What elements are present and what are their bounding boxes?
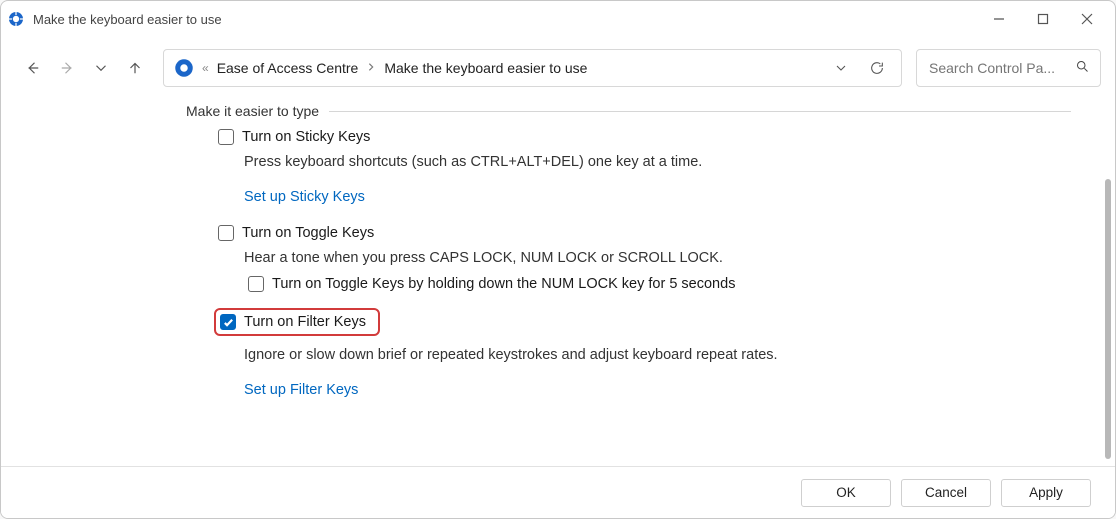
toggle-keys-numlock-checkbox[interactable]: [248, 276, 264, 292]
sticky-keys-checkbox-row[interactable]: Turn on Sticky Keys: [218, 127, 1051, 151]
title-bar: Make the keyboard easier to use: [1, 1, 1115, 37]
sticky-keys-label: Turn on Sticky Keys: [242, 129, 370, 145]
control-panel-icon: [174, 58, 194, 78]
filter-keys-label: Turn on Filter Keys: [244, 314, 366, 330]
search-input[interactable]: [927, 59, 1075, 77]
chevron-right-icon: [366, 61, 376, 75]
recent-locations-button[interactable]: [87, 54, 115, 82]
toggle-keys-block: Turn on Toggle Keys Hear a tone when you…: [218, 223, 1051, 299]
section-heading-row: Make it easier to type: [186, 103, 1091, 119]
filter-keys-block: Turn on Filter Keys Ignore or slow down …: [218, 308, 1051, 416]
filter-keys-checkbox[interactable]: [220, 314, 236, 330]
dialog-footer: OK Cancel Apply: [1, 466, 1115, 518]
up-button[interactable]: [121, 54, 149, 82]
minimize-button[interactable]: [977, 4, 1021, 34]
scrollbar-thumb[interactable]: [1105, 179, 1111, 459]
window-title: Make the keyboard easier to use: [33, 12, 977, 27]
maximize-button[interactable]: [1021, 4, 1065, 34]
toggle-keys-label: Turn on Toggle Keys: [242, 225, 374, 241]
sticky-keys-setup-link[interactable]: Set up Sticky Keys: [244, 185, 365, 223]
filter-keys-desc: Ignore or slow down brief or repeated ke…: [244, 344, 1051, 378]
breadcrumb-current[interactable]: Make the keyboard easier to use: [384, 60, 587, 76]
toggle-keys-numlock-row[interactable]: Turn on Toggle Keys by holding down the …: [248, 274, 1051, 298]
window-controls: [977, 4, 1109, 34]
search-icon[interactable]: [1075, 59, 1090, 77]
forward-button[interactable]: [53, 54, 81, 82]
refresh-button[interactable]: [863, 54, 891, 82]
address-history-button[interactable]: [827, 54, 855, 82]
window-root: Make the keyboard easier to use: [0, 0, 1116, 519]
toggle-keys-checkbox-row[interactable]: Turn on Toggle Keys: [218, 223, 1051, 247]
filter-keys-setup-link[interactable]: Set up Filter Keys: [244, 378, 358, 416]
breadcrumb-parent[interactable]: Ease of Access Centre: [217, 60, 359, 76]
scrollbar-track: [1105, 107, 1111, 456]
address-bar[interactable]: « Ease of Access Centre Make the keyboar…: [163, 49, 902, 87]
breadcrumb-overflow[interactable]: «: [202, 61, 209, 75]
section-heading: Make it easier to type: [186, 103, 329, 119]
search-box[interactable]: [916, 49, 1101, 87]
app-icon: [7, 10, 25, 28]
toggle-keys-numlock-label: Turn on Toggle Keys by holding down the …: [272, 276, 735, 292]
sticky-keys-desc: Press keyboard shortcuts (such as CTRL+A…: [244, 151, 1051, 185]
content-scroll[interactable]: Make it easier to type Turn on Sticky Ke…: [1, 93, 1091, 466]
toggle-keys-checkbox[interactable]: [218, 225, 234, 241]
navigation-row: « Ease of Access Centre Make the keyboar…: [1, 43, 1115, 93]
cancel-button[interactable]: Cancel: [901, 479, 991, 507]
back-button[interactable]: [19, 54, 47, 82]
close-button[interactable]: [1065, 4, 1109, 34]
content-area: Make it easier to type Turn on Sticky Ke…: [1, 93, 1115, 466]
section-divider: [329, 111, 1071, 112]
sticky-keys-checkbox[interactable]: [218, 129, 234, 145]
toggle-keys-desc: Hear a tone when you press CAPS LOCK, NU…: [244, 247, 1051, 275]
filter-keys-highlight: Turn on Filter Keys: [214, 308, 380, 336]
ok-button[interactable]: OK: [801, 479, 891, 507]
sticky-keys-block: Turn on Sticky Keys Press keyboard short…: [218, 127, 1051, 223]
apply-button[interactable]: Apply: [1001, 479, 1091, 507]
